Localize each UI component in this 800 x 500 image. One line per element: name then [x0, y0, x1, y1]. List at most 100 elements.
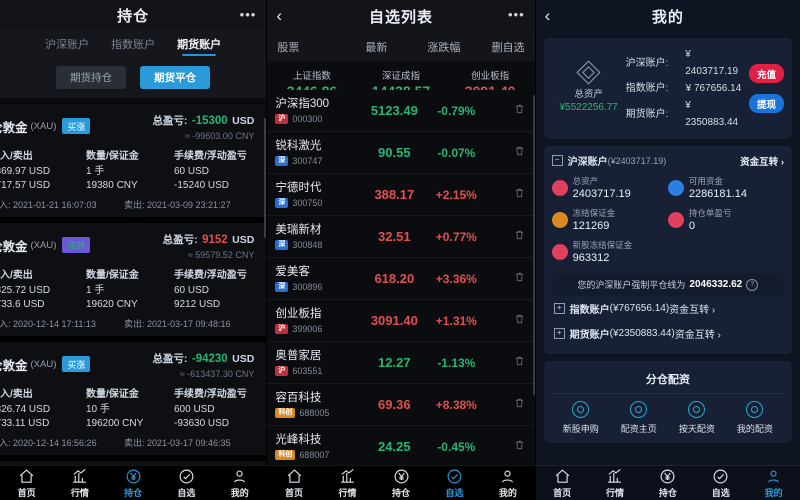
trash-icon[interactable]	[514, 187, 525, 202]
nav-item-行情[interactable]: 行情	[589, 466, 642, 500]
account-tab-label: 期货账户	[177, 39, 222, 51]
stock-row[interactable]: 创业板指 沪 399006 3091.40 +1.31%	[267, 300, 535, 342]
sub-account-row[interactable]: + 期货账户 (¥2350883.44) 资金互转 ›	[552, 321, 784, 346]
question-icon[interactable]: ?	[746, 278, 759, 291]
coin-blue-icon	[667, 179, 684, 196]
fencang-item[interactable]: 新股申购	[552, 401, 610, 435]
nav-item-我的[interactable]: 我的	[747, 466, 800, 500]
nav-item-首页[interactable]: 首页	[267, 466, 320, 500]
index-name: 上证指数	[292, 71, 331, 82]
nav-item-首页[interactable]: 首页	[0, 466, 53, 500]
hs-account-amount: (¥2403717.19)	[607, 155, 667, 166]
stock-price: 32.51	[378, 229, 411, 244]
trash-icon[interactable]	[514, 145, 525, 160]
more-dots-icon[interactable]: •••	[508, 8, 525, 21]
account-tab-1[interactable]: 指数账户	[111, 36, 155, 56]
recharge-button[interactable]: 充值	[748, 64, 784, 83]
position-list[interactable]: 伦敦金 (XAU) 买涨 总盈亏: -15300 USD ≈ -99603.00…	[0, 104, 267, 466]
instrument-name: 伦敦金	[0, 239, 28, 254]
total-pl-cny: ≈ -613437.30 CNY	[179, 369, 255, 379]
back-chevron-icon[interactable]: ‹	[276, 6, 282, 26]
fee: 600 USD	[174, 404, 215, 415]
position-card[interactable]: 伦敦金 (XAU) 买涨 总盈亏: -94230 USD ≈ -613437.3…	[0, 342, 267, 461]
nav-item-自选[interactable]: 自选	[160, 466, 213, 500]
stock-row[interactable]: 爱美客 深 300896 618.20 +3.36%	[267, 258, 535, 300]
nav-label: 自选	[711, 487, 730, 498]
metric-item: 总资产 2403717.19	[551, 175, 668, 200]
money-bag-icon	[551, 179, 568, 196]
margin: 196200 CNY	[86, 418, 144, 429]
more-dots-icon[interactable]: •••	[240, 8, 257, 21]
nav-item-持仓[interactable]: 持仓	[374, 466, 427, 500]
nav-label: 首页	[17, 487, 36, 498]
stock-name: 沪深指300	[275, 98, 330, 110]
market-badge: 沪	[275, 114, 289, 124]
index-name: 深证成指	[381, 71, 420, 82]
margin: 19620 CNY	[86, 299, 138, 310]
stock-row[interactable]: 奥普家居 沪 603551 12.27 -1.13%	[267, 342, 535, 384]
plus-box-icon[interactable]: +	[553, 303, 565, 314]
account-balance-row: 期货账户: ¥ 2350883.44	[626, 97, 746, 131]
back-chevron-icon[interactable]: ‹	[545, 6, 551, 26]
minus-box-icon[interactable]: −	[551, 155, 563, 166]
withdraw-button[interactable]: 提现	[748, 94, 784, 113]
stock-row[interactable]: 容百科技 科创 688005 69.36 +8.38%	[267, 384, 535, 426]
stock-row[interactable]: 沪深指300 沪 000300 5123.49 -0.79%	[267, 90, 535, 132]
stock-row[interactable]: 美瑞新材 深 300848 32.51 +0.77%	[267, 216, 535, 258]
position-card[interactable]: 伦敦金 (XAU) 买跌 总盈亏: 9152 USD ≈ 59579.52 CN…	[0, 223, 267, 342]
watchlist-stock-list[interactable]: 沪深指300 沪 000300 5123.49 -0.79% 锐科激光 深 30…	[267, 90, 535, 466]
fencang-label: 新股申购	[562, 424, 599, 434]
account-tab-2[interactable]: 期货账户	[177, 36, 221, 56]
stock-code: 688007	[299, 450, 330, 460]
fencang-item[interactable]: 我的配资	[726, 401, 784, 435]
total-pl-label: 总盈亏:	[162, 234, 198, 246]
trash-icon[interactable]	[514, 439, 525, 454]
trash-icon[interactable]	[514, 271, 525, 286]
total-pl-value: 9152	[202, 234, 228, 246]
nav-item-持仓[interactable]: 持仓	[107, 466, 160, 500]
trash-icon[interactable]	[514, 313, 525, 328]
total-pl: 总盈亏: -94230 USD ≈ -613437.30 CNY	[152, 349, 260, 379]
account-balances: 沪深账户: ¥ 2403717.19 指数账户: ¥ 767656.14 期货账…	[626, 46, 746, 131]
col-buysell: 买入/卖出	[0, 389, 33, 400]
stock-row[interactable]: 锐科激光 深 300747 90.55 -0.07%	[267, 132, 535, 174]
stock-row[interactable]: 光峰科技 科创 688007 24.25 -0.45%	[267, 426, 535, 466]
transfer-link[interactable]: 资金互转 ›	[669, 301, 715, 316]
nav-item-首页[interactable]: 首页	[536, 466, 589, 500]
scrollbar[interactable]	[532, 95, 535, 395]
trash-icon[interactable]	[514, 355, 525, 370]
nav-item-行情[interactable]: 行情	[53, 466, 106, 500]
nav-item-自选[interactable]: 自选	[428, 466, 481, 500]
trash-icon[interactable]	[514, 229, 525, 244]
nav-item-持仓[interactable]: 持仓	[641, 466, 694, 500]
person-icon	[499, 468, 516, 485]
metric-label: 新股冻结保证金	[572, 240, 633, 250]
segment-button-0[interactable]: 期货持仓	[56, 66, 127, 89]
trash-icon[interactable]	[514, 103, 525, 118]
position-card[interactable]: 伦敦金 (XAU) 买涨 总盈亏: -15300 USD ≈ -99603.00…	[0, 104, 267, 223]
transfer-link[interactable]: 资金互转 ›	[740, 154, 784, 168]
sub-account-row[interactable]: + 指数账户 (¥767656.14) 资金互转 ›	[552, 296, 784, 321]
fencang-item[interactable]: 配资主页	[610, 401, 668, 435]
nav-label: 首页	[553, 487, 572, 498]
fencang-item[interactable]: 按天配资	[668, 401, 726, 435]
segment-label: 期货持仓	[70, 72, 113, 84]
float-pl: -93630 USD	[174, 418, 230, 429]
person-icon	[765, 468, 782, 485]
account-value: ¥ 2403717.19	[685, 49, 739, 77]
column-header-delete[interactable]: 删自选	[492, 39, 525, 55]
hs-account-header[interactable]: − 沪深账户 (¥2403717.19) 资金互转 ›	[551, 153, 784, 168]
segment-button-1[interactable]: 期货平仓	[140, 66, 211, 89]
nav-item-我的[interactable]: 我的	[213, 466, 266, 500]
nav-item-我的[interactable]: 我的	[481, 466, 534, 500]
account-tab-0[interactable]: 沪深账户	[45, 36, 89, 56]
stock-name: 奥普家居	[275, 350, 322, 362]
nav-item-行情[interactable]: 行情	[321, 466, 374, 500]
stock-row[interactable]: 宁德时代 深 300750 388.17 +2.15%	[267, 174, 535, 216]
transfer-link[interactable]: 资金互转 ›	[675, 326, 721, 341]
sub-account-amount: (¥2350883.44)	[609, 328, 675, 339]
nav-item-自选[interactable]: 自选	[694, 466, 747, 500]
home-icon	[18, 468, 35, 485]
plus-box-icon[interactable]: +	[553, 328, 565, 339]
trash-icon[interactable]	[514, 397, 525, 412]
